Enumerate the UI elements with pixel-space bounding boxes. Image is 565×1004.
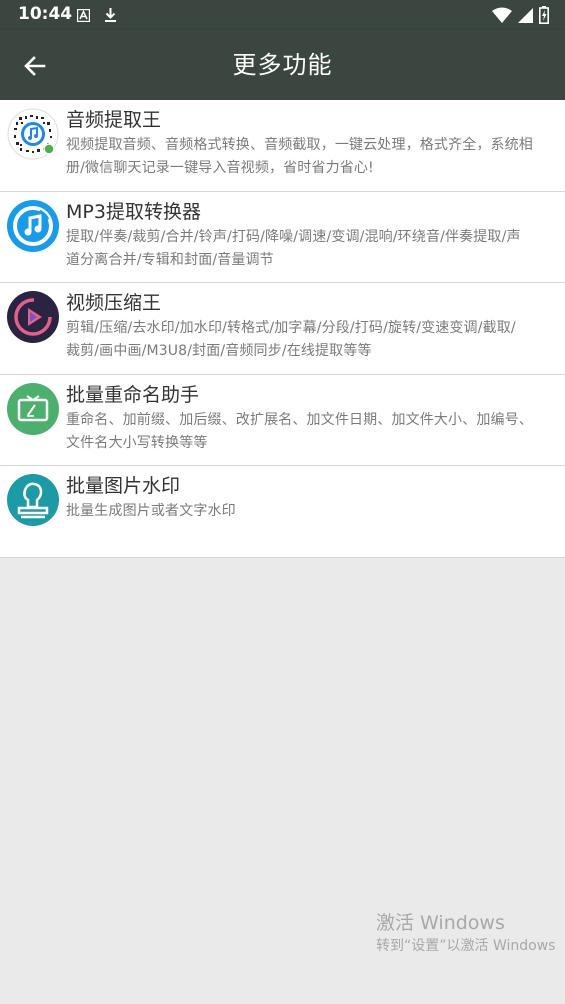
- item-description-line-1: 提取/伴奏/裁剪/合并/铃声/打码/降噪/调速/变调/混响/环绕音/伴奏提取/声: [66, 228, 521, 245]
- item-description: 批量生成图片或者文字水印: [66, 500, 563, 523]
- item-title: MP3提取转换器: [66, 200, 201, 223]
- list-item-video-compress[interactable]: 视频压缩王 剪辑/压缩/去水印/加水印/转格式/加字幕/分段/打码/旋转/变速变…: [0, 283, 565, 375]
- list-item-mp3-converter[interactable]: MP3提取转换器 提取/伴奏/裁剪/合并/铃声/打码/降噪/调速/变调/混响/环…: [0, 191, 565, 283]
- feature-list: 音频提取王 视频提取音频、音频格式转换、音频截取，一键云处理，格式齐全，系统相 …: [0, 100, 565, 558]
- page-title: 更多功能: [232, 51, 333, 79]
- item-description: 视频提取音频、音频格式转换、音频截取，一键云处理，格式齐全，系统相 册/微信聊天…: [66, 134, 563, 180]
- font-icon: [77, 8, 90, 22]
- item-description: 提取/伴奏/裁剪/合并/铃声/打码/降噪/调速/变调/混响/环绕音/伴奏提取/声…: [66, 226, 563, 272]
- status-bar: 10:44: [0, 0, 565, 30]
- signal-icon: [518, 7, 533, 23]
- item-description-line-1: 剪辑/压缩/去水印/加水印/转格式/加字幕/分段/打码/旋转/变速变调/截取/: [66, 320, 516, 336]
- item-description-line-2: 裁剪/画中画/M3U8/封面/音频同步/在线提取等等: [66, 343, 372, 359]
- battery-icon: [539, 6, 549, 24]
- item-description-line-1: 视频提取音频、音频格式转换、音频截取，一键云处理，格式齐全，系统相: [66, 137, 533, 153]
- rename-tv-icon: [7, 382, 59, 435]
- wifi-icon: [492, 7, 512, 23]
- stamp-icon: [7, 474, 59, 526]
- item-description: 重命名、加前缀、加后缀、改扩展名、加文件日期、加文件大小、加编号、 文件名大小写…: [66, 409, 563, 455]
- app-bar: 更多功能: [0, 30, 565, 100]
- item-description-line-2: 册/微信聊天记录一键导入音视频，省时省力省心!: [66, 160, 374, 176]
- video-play-icon: [7, 291, 59, 343]
- item-description-line-1: 批量生成图片或者文字水印: [66, 503, 236, 519]
- list-item-audio-extract[interactable]: 音频提取王 视频提取音频、音频格式转换、音频截取，一键云处理，格式齐全，系统相 …: [0, 100, 565, 192]
- item-title: 批量图片水印: [66, 475, 181, 497]
- item-description: 剪辑/压缩/去水印/加水印/转格式/加字幕/分段/打码/旋转/变速变调/截取/ …: [66, 317, 563, 363]
- list-item-batch-watermark[interactable]: 批量图片水印 批量生成图片或者文字水印: [0, 466, 565, 558]
- status-left-icons: [77, 6, 117, 24]
- status-right-icons: [492, 6, 549, 24]
- download-icon: [105, 8, 116, 22]
- item-title: 音频提取王: [66, 109, 162, 131]
- item-description-line-1: 重命名、加前缀、加后缀、改扩展名、加文件日期、加文件大小、加编号、: [66, 411, 533, 428]
- watermark-title: 激活 Windows: [376, 912, 505, 934]
- status-time: 10:44: [18, 4, 73, 24]
- item-title: 视频压缩王: [66, 292, 162, 314]
- music-note-icon: [7, 199, 59, 252]
- windows-activation-watermark: 激活 Windows 转到“设置”以激活 Windows: [376, 910, 555, 956]
- item-title: 批量重命名助手: [66, 383, 200, 406]
- item-description-line-2: 文件名大小写转换等等: [66, 434, 208, 451]
- qr-code-icon: [7, 108, 59, 160]
- watermark-subtitle: 转到“设置”以激活 Windows: [376, 938, 556, 954]
- list-item-batch-rename[interactable]: 批量重命名助手 重命名、加前缀、加后缀、改扩展名、加文件日期、加文件大小、加编号…: [0, 374, 565, 466]
- item-description-line-2: 道分离合并/专辑和封面/音量调节: [66, 251, 274, 268]
